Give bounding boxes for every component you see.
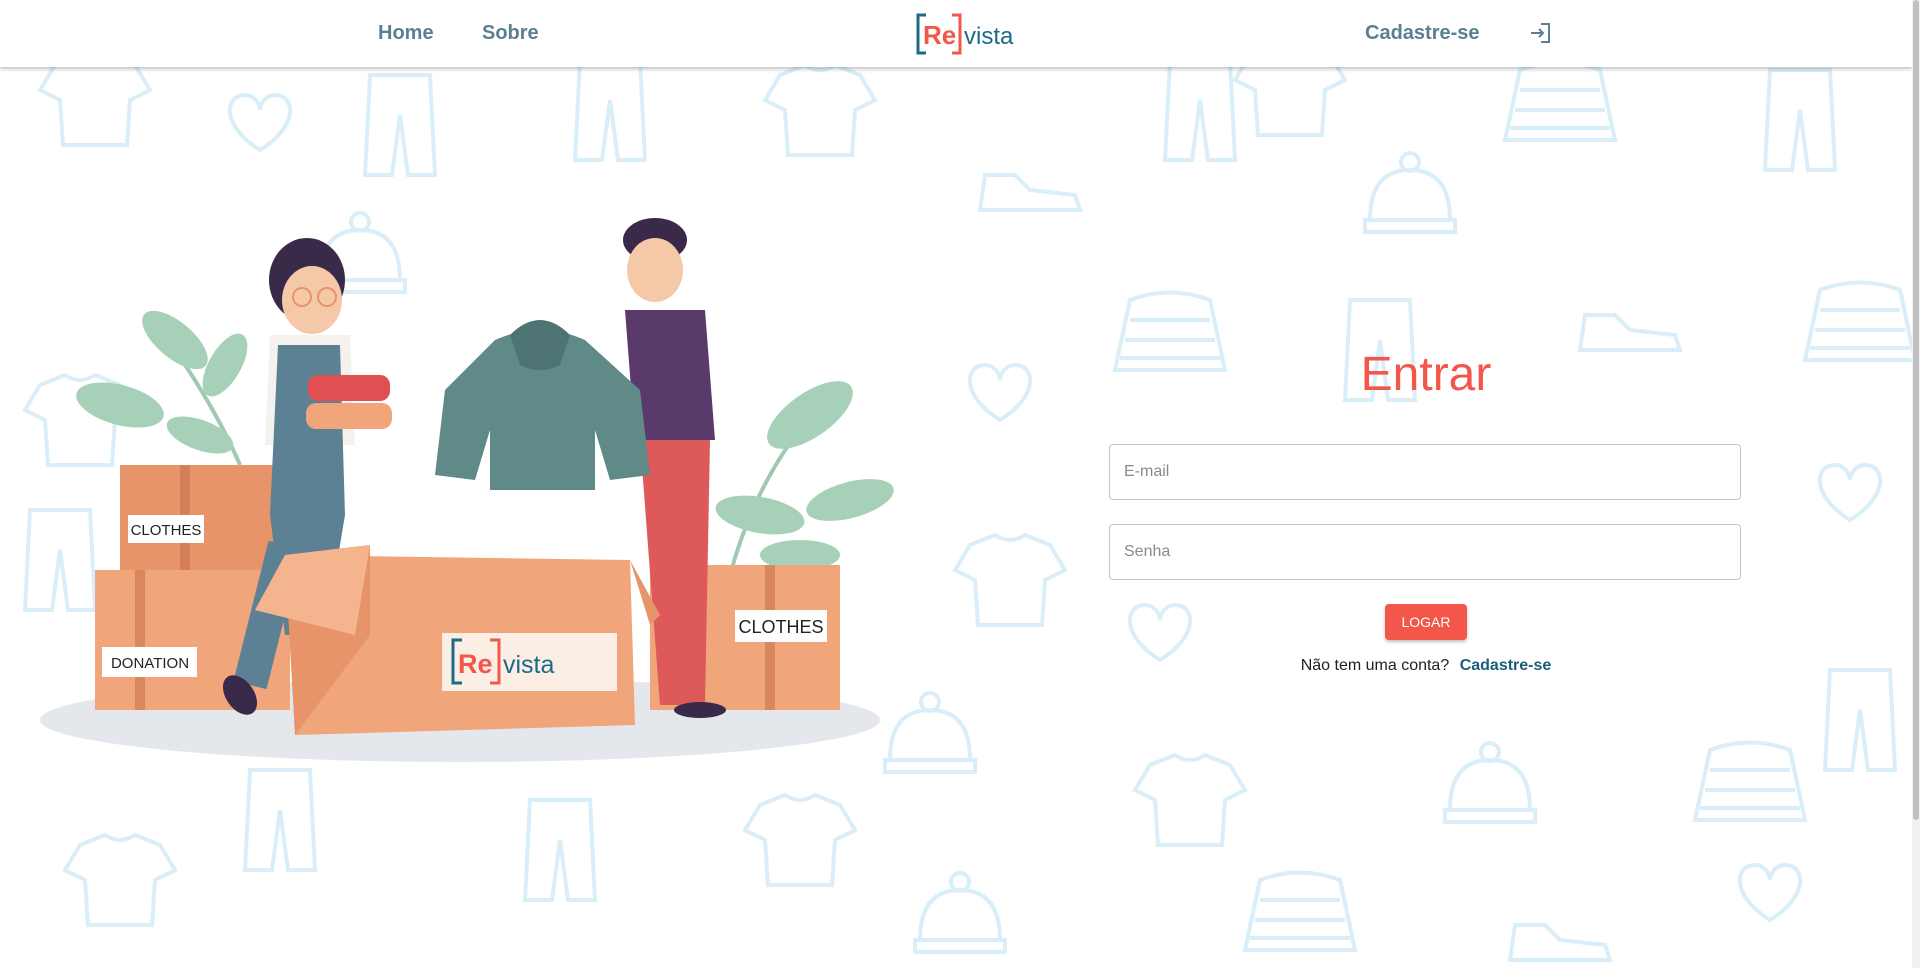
- box-label-clothes-2: CLOTHES: [738, 617, 823, 637]
- donation-illustration: CLOTHES DONATION CLOTHES Re vista: [40, 218, 894, 762]
- revista-logo[interactable]: Re vista: [914, 11, 1014, 57]
- box-label-clothes-1: CLOTHES: [131, 522, 202, 539]
- page-scrollbar[interactable]: [1912, 0, 1920, 968]
- hoodie-garment: [435, 320, 650, 490]
- logo-text-vista: vista: [964, 23, 1014, 50]
- nav-signup-link[interactable]: Cadastre-se: [1365, 22, 1480, 45]
- scrollbar-thumb[interactable]: [1913, 0, 1919, 820]
- login-enter-icon[interactable]: [1528, 22, 1552, 44]
- nav-about-link[interactable]: Sobre: [482, 22, 539, 45]
- password-input[interactable]: [1109, 524, 1741, 580]
- box-clothes-left: CLOTHES: [120, 465, 285, 570]
- login-submit-button[interactable]: LOGAR: [1385, 604, 1467, 640]
- plant-left: [76, 310, 248, 466]
- signup-link[interactable]: Cadastre-se: [1460, 657, 1552, 674]
- email-input[interactable]: [1109, 444, 1741, 500]
- login-form: Entrar LOGAR Não tem uma conta? Cadastre…: [1109, 345, 1743, 675]
- login-title: Entrar: [1360, 348, 1492, 401]
- plant-right: [715, 381, 894, 576]
- box-logo-text-vista: vista: [503, 651, 555, 679]
- box-logo-text-re: Re: [458, 649, 493, 679]
- logo-text-re: Re: [923, 20, 956, 50]
- nav-home-link[interactable]: Home: [378, 22, 434, 45]
- box-center-revista: Re vista: [255, 545, 660, 735]
- no-account-text: Não tem uma conta?: [1300, 657, 1450, 674]
- signup-prompt: Não tem uma conta? Cadastre-se: [1109, 657, 1743, 675]
- top-navbar: Home Sobre Re vista Cadastre-se: [0, 0, 1912, 67]
- box-label-donation: DONATION: [111, 655, 189, 672]
